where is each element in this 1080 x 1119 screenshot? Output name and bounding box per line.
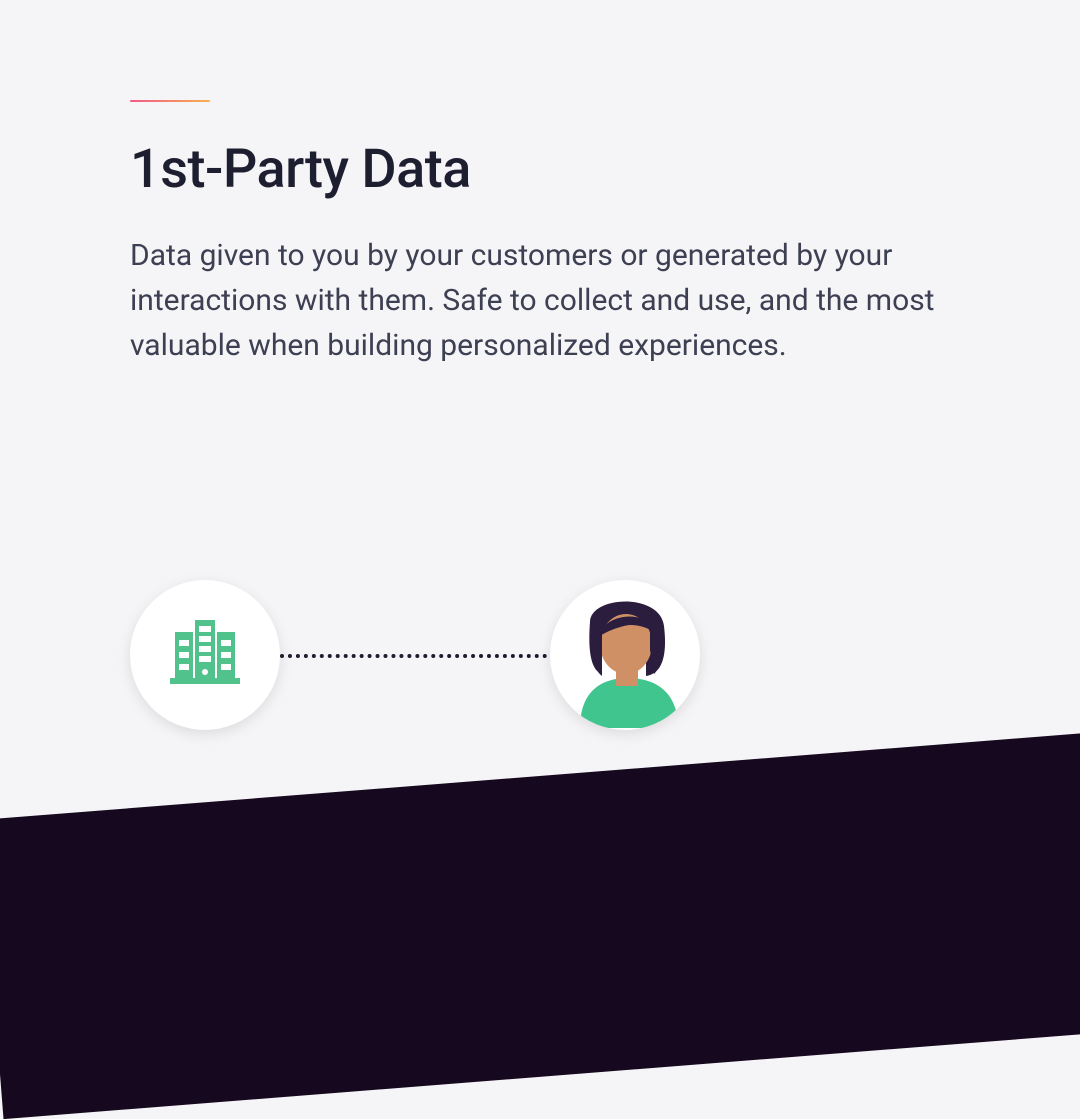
- customer-circle: [550, 580, 700, 730]
- accent-line: [130, 100, 210, 102]
- content-block: 1st-Party Data Data given to you by your…: [130, 100, 950, 368]
- page-heading: 1st-Party Data: [130, 138, 950, 201]
- customer-avatar-icon: [550, 580, 700, 730]
- relationship-graphic: [130, 570, 730, 740]
- dotted-connector: [280, 654, 555, 660]
- footer-wedge: [0, 732, 1080, 1119]
- page-body: Data given to you by your customers or g…: [130, 233, 950, 368]
- company-circle: [130, 580, 280, 730]
- building-icon: [162, 610, 248, 700]
